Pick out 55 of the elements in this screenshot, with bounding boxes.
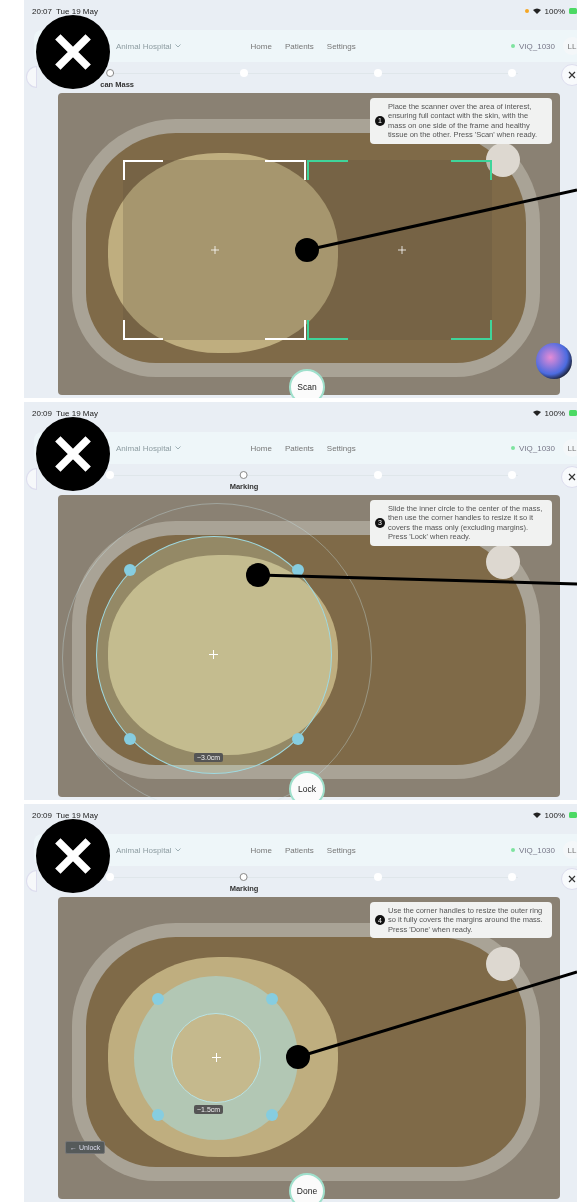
device-selector[interactable]: VIQ_1030 <box>518 41 555 51</box>
center-cross-icon <box>212 1053 221 1062</box>
nav-link[interactable]: Patients <box>284 41 314 51</box>
hospital-selector[interactable]: Animal Hospital <box>116 845 172 855</box>
wifi-icon <box>532 410 541 416</box>
chevron-down-icon[interactable] <box>174 848 181 852</box>
action-button[interactable]: Lock <box>289 771 325 800</box>
battery-percent: 100% <box>544 408 565 418</box>
chevron-down-icon[interactable] <box>174 446 181 450</box>
close-icon <box>568 71 576 79</box>
nav-link[interactable]: Settings <box>326 443 356 453</box>
back-button[interactable] <box>26 66 37 88</box>
center-cross-icon <box>209 650 218 659</box>
chevron-down-icon[interactable] <box>174 44 181 48</box>
status-date: Tue 19 May <box>56 810 98 820</box>
status-time: 20:09 <box>32 810 53 820</box>
user-avatar[interactable]: LL <box>563 37 577 55</box>
action-button[interactable]: Done <box>289 1173 325 1202</box>
connected-dot-icon <box>510 848 515 852</box>
battery-percent: 100% <box>544 6 565 16</box>
x-mark-icon <box>36 417 110 491</box>
close-button[interactable] <box>561 868 577 890</box>
nav-link[interactable]: Patients <box>284 443 314 453</box>
user-avatar[interactable]: LL <box>563 439 577 457</box>
close-button[interactable] <box>561 466 577 488</box>
battery-icon <box>569 8 577 14</box>
back-button[interactable] <box>26 870 37 892</box>
nav-link[interactable]: Patients <box>284 845 314 855</box>
battery-icon <box>569 410 577 416</box>
connected-dot-icon <box>510 44 515 48</box>
close-icon <box>568 875 576 883</box>
nav-link[interactable]: Settings <box>326 845 356 855</box>
nav-link[interactable]: Home <box>250 41 272 51</box>
nav-link[interactable]: Home <box>250 845 272 855</box>
wifi-icon <box>532 8 541 14</box>
wifi-icon <box>532 812 541 818</box>
status-time: 20:07 <box>32 6 53 16</box>
status-date: Tue 19 May <box>56 408 98 418</box>
nav-link[interactable]: Home <box>250 443 272 453</box>
action-button[interactable]: Scan <box>289 369 325 398</box>
hospital-selector[interactable]: Animal Hospital <box>116 443 172 453</box>
back-button[interactable] <box>26 468 37 490</box>
nav-link[interactable]: Settings <box>326 41 356 51</box>
status-time: 20:09 <box>32 408 53 418</box>
battery-percent: 100% <box>544 810 565 820</box>
close-icon <box>568 473 576 481</box>
device-selector[interactable]: VIQ_1030 <box>518 443 555 453</box>
x-mark-icon <box>36 819 110 893</box>
connected-dot-icon <box>510 446 515 450</box>
battery-icon <box>569 812 577 818</box>
device-selector[interactable]: VIQ_1030 <box>518 845 555 855</box>
close-button[interactable] <box>561 64 577 86</box>
hospital-selector[interactable]: Animal Hospital <box>116 41 172 51</box>
status-date: Tue 19 May <box>56 6 98 16</box>
user-avatar[interactable]: LL <box>563 841 577 859</box>
